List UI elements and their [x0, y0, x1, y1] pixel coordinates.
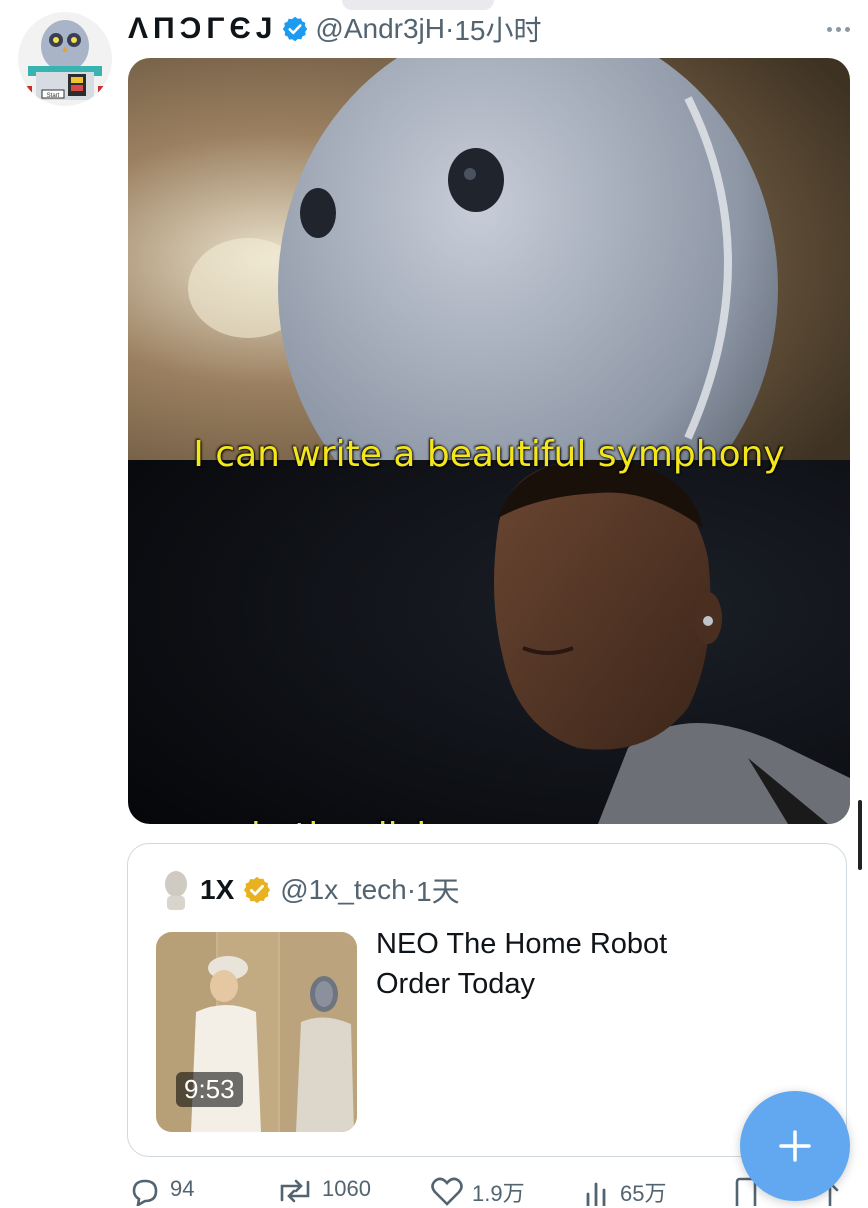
avatar-badge-text: Start — [47, 93, 60, 99]
like-count: 1.9万 — [472, 1181, 525, 1206]
like-icon — [431, 1177, 463, 1206]
quoted-time[interactable]: 1天 — [416, 870, 460, 910]
gold-verified-icon — [244, 876, 271, 904]
action-bar: 94 1060 1.9万 65万 — [128, 1176, 856, 1206]
video-duration: 9:53 — [176, 1072, 243, 1107]
quoted-title-line2: Order Today — [376, 968, 536, 1000]
meme-caption-bottom: do the dishes — [128, 816, 720, 824]
repost-button[interactable]: 1060 — [276, 1176, 371, 1206]
quoted-title: NEO The Home Robot Order Today — [376, 924, 667, 1004]
post-time[interactable]: 15小时 — [454, 9, 541, 49]
post-header: ΛΠϽΓЄJ @Andr3jH · 15小时 — [128, 8, 856, 50]
quoted-post[interactable]: 1X @1x_tech · 1天 9:53 NEO The Home Robot… — [127, 843, 847, 1157]
views-icon — [586, 1182, 606, 1206]
views-count: 65万 — [620, 1181, 667, 1206]
quoted-handle[interactable]: @1x_tech — [280, 874, 407, 906]
author-avatar[interactable]: Start — [18, 12, 112, 106]
views-button[interactable]: 65万 — [582, 1176, 666, 1208]
reply-icon — [132, 1179, 158, 1206]
quoted-avatar[interactable] — [160, 870, 192, 910]
repost-icon — [280, 1179, 310, 1203]
author-handle[interactable]: @Andr3jH — [315, 13, 445, 45]
author-name[interactable]: ΛΠϽΓЄJ — [128, 12, 277, 46]
like-button[interactable]: 1.9万 — [430, 1176, 525, 1208]
quoted-video-thumbnail[interactable]: 9:53 — [156, 932, 357, 1132]
scrollbar[interactable] — [858, 800, 862, 870]
quoted-name[interactable]: 1X — [200, 874, 234, 906]
meme-caption-top: I can write a beautiful symphony — [193, 434, 785, 475]
quoted-title-line1: NEO The Home Robot — [376, 928, 668, 960]
repost-count: 1060 — [322, 1176, 371, 1201]
time-separator: · — [445, 13, 455, 44]
post-media[interactable]: I can write a beautiful symphony do the … — [128, 58, 850, 824]
quoted-time-separator: · — [406, 874, 417, 905]
more-icon[interactable] — [827, 26, 850, 32]
quoted-header: 1X @1x_tech · 1天 — [160, 870, 460, 910]
compose-plus-icon — [779, 1130, 811, 1162]
verified-icon — [283, 16, 308, 42]
reply-count: 94 — [170, 1176, 195, 1201]
reply-button[interactable]: 94 — [128, 1176, 194, 1206]
compose-button[interactable] — [740, 1091, 850, 1201]
